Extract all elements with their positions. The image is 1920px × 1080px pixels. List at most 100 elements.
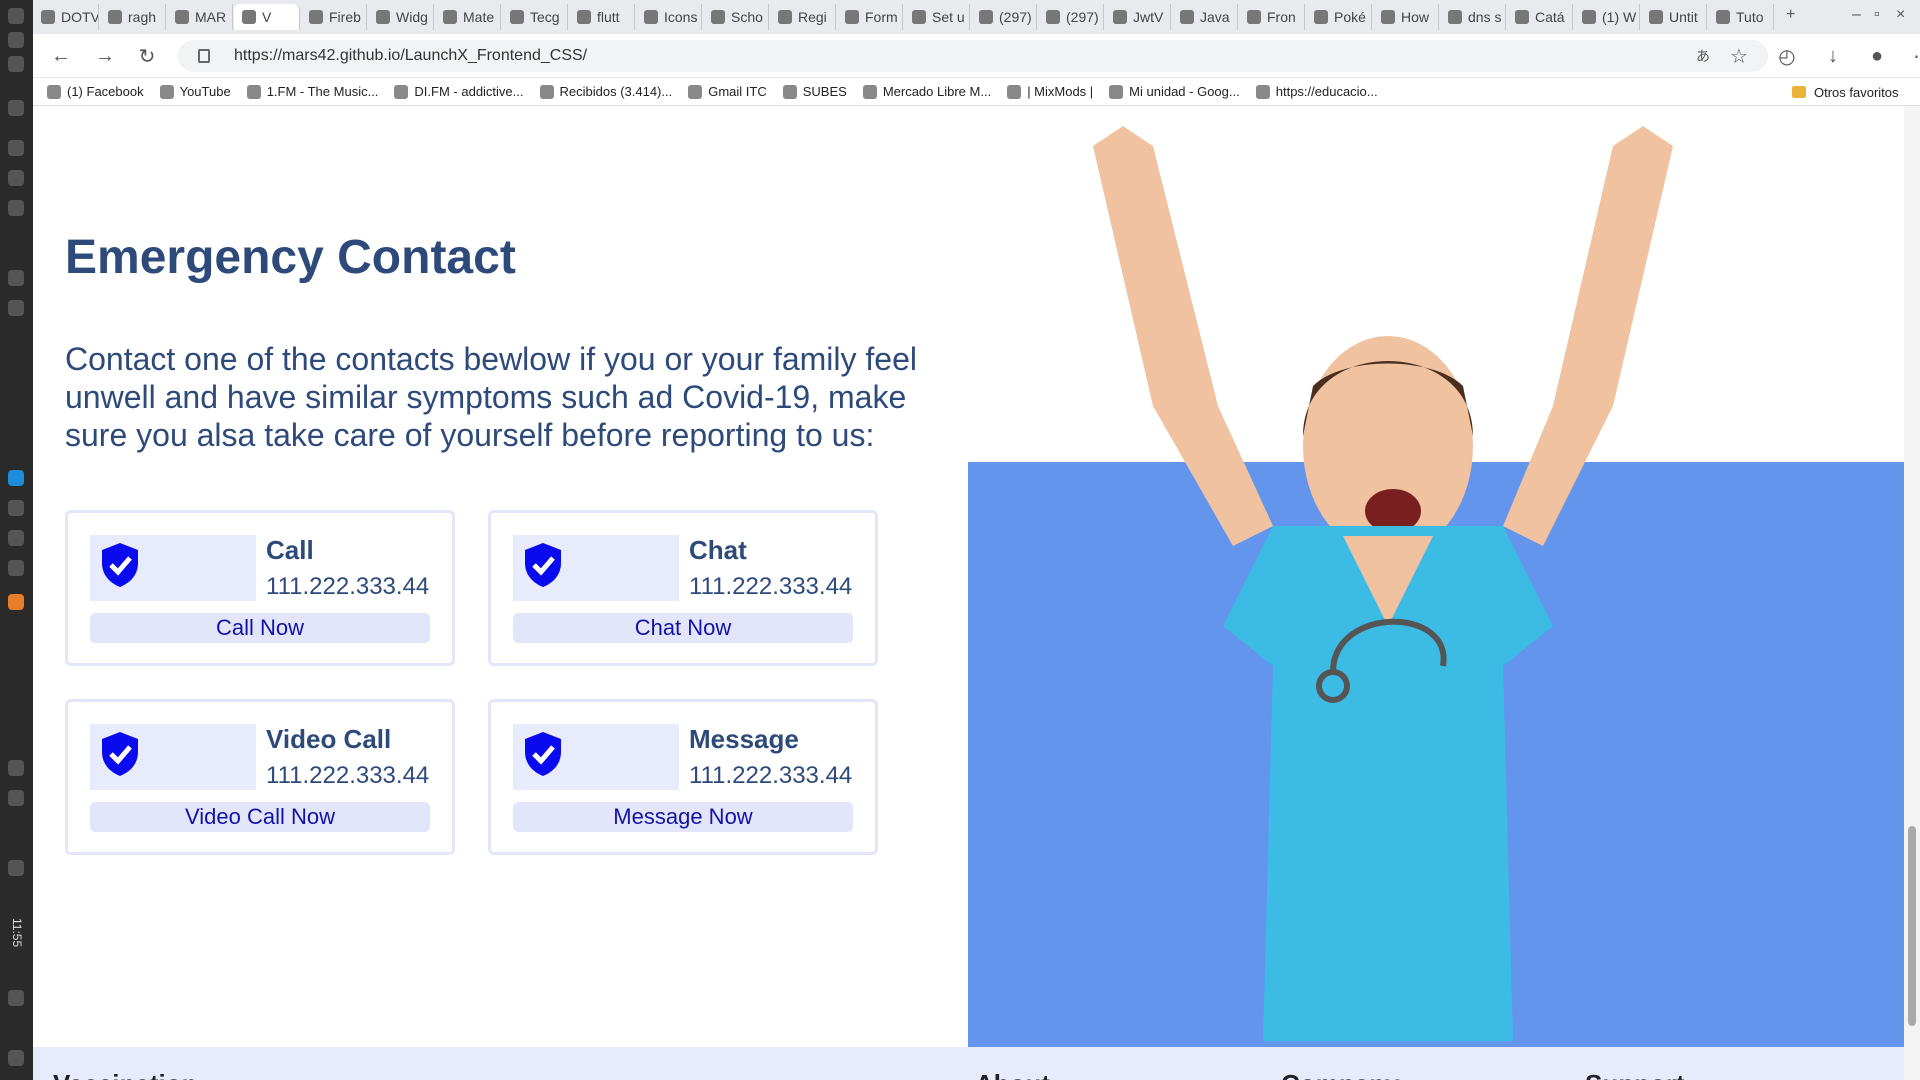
bookmark-item[interactable]: 1.FM - The Music... [246,84,379,99]
bookmark-favicon-icon [47,84,61,99]
back-arrow-icon[interactable]: ← [47,42,75,70]
dock-app-icon[interactable] [8,300,24,316]
dock-app-icon[interactable] [8,200,24,216]
card-icon-box [513,535,679,601]
bookmark-item[interactable]: Recibidos (3.414)... [539,84,672,99]
browser-tab[interactable]: Widg [368,4,434,30]
bookmark-favicon-icon [688,84,703,99]
reload-icon[interactable]: ↻ [133,42,161,70]
dock-app-icon[interactable] [8,594,24,610]
browser-tab[interactable]: Catá [1507,4,1573,30]
dock-app-icon[interactable] [8,100,24,116]
browser-tab[interactable]: Scho [703,4,769,30]
dock-app-icon[interactable] [8,140,24,156]
contact-card-video-call: Video Call 111.222.333.44 Video Call Now [65,699,455,855]
translate-icon[interactable]: あ [1689,42,1717,70]
close-window-icon[interactable]: × [1896,6,1905,24]
browser-tab[interactable]: Untit [1641,4,1707,30]
bookmark-item[interactable]: Mercado Libre M... [862,84,991,99]
tab-label: Java [1200,9,1230,25]
bell-icon[interactable] [8,790,24,806]
volume-icon[interactable] [8,860,24,876]
dock-app-icon[interactable] [8,270,24,286]
dock-app-icon[interactable] [8,8,24,24]
card-title: Message [689,724,799,754]
new-tab-plus-icon[interactable]: + [1786,6,1795,24]
history-icon[interactable]: ◴ [1773,42,1801,70]
tab-label: (297) [999,9,1032,25]
browser-tab[interactable]: Poké [1306,4,1372,30]
dock-app-icon[interactable] [8,500,24,516]
browser-tab[interactable]: (297) [971,4,1037,30]
bookmark-item[interactable]: YouTube [159,84,231,99]
page-scrollbar[interactable] [1904,106,1920,1080]
dock-app-icon[interactable] [8,990,24,1006]
bookmark-item[interactable]: DI.FM - addictive... [394,84,524,99]
bookmark-label: 1.FM - The Music... [266,84,379,99]
tab-favicon-icon [979,10,993,24]
browser-tab[interactable]: Fron [1239,4,1305,30]
more-menu-icon[interactable]: ⋯ [1909,42,1920,70]
browser-tab[interactable]: Form [837,4,903,30]
forward-arrow-icon[interactable]: → [91,42,119,70]
tab-label: Set u [932,9,965,25]
card-number: 111.222.333.44 [689,762,853,789]
maximize-icon[interactable]: ▫ [1874,6,1880,24]
scrollbar-thumb[interactable] [1908,826,1916,1026]
browser-tab[interactable]: Set u [904,4,970,30]
intro-text: Contact one of the contacts bewlow if yo… [65,341,917,453]
dock-app-icon[interactable] [8,760,24,776]
browser-tab[interactable]: Tuto [1708,4,1774,30]
browser-tab[interactable]: Icons [636,4,702,30]
browser-tab[interactable]: V [234,4,300,30]
dock-app-icon[interactable] [8,530,24,546]
dock-app-icon[interactable] [8,560,24,576]
download-icon[interactable]: ↓ [1819,42,1847,70]
bookmark-item[interactable]: (1) Facebook [47,84,144,99]
bookmark-favicon-icon [862,84,877,99]
browser-tab[interactable]: Java [1172,4,1238,30]
bookmark-item[interactable]: | MixMods | [1007,84,1093,99]
dock-browser-icon[interactable] [8,470,24,486]
browser-tab[interactable]: (1) W [1574,4,1640,30]
bookmark-item[interactable]: Gmail ITC [688,84,767,99]
footer-heading-company: Company [1281,1069,1399,1080]
shield-check-icon [525,732,561,776]
browser-tab[interactable]: MAR [167,4,233,30]
call-now-button[interactable]: Call Now [90,613,430,643]
message-now-button[interactable]: Message Now [513,802,853,832]
dock-app-icon[interactable] [8,1050,24,1066]
tab-label: Regi [798,9,827,25]
dock-app-icon[interactable] [8,170,24,186]
shield-check-icon [102,543,138,587]
address-bar[interactable]: https://mars42.github.io/LaunchX_Fronten… [178,40,1768,72]
footer-heading-support: Support [1585,1069,1685,1080]
dock-app-icon[interactable] [8,32,24,48]
browser-tab[interactable]: Tecg [502,4,568,30]
profile-avatar-icon[interactable]: ● [1863,42,1891,70]
browser-tab[interactable]: Mate [435,4,501,30]
dock-app-icon[interactable] [8,56,24,72]
browser-tab[interactable]: dns s [1440,4,1506,30]
browser-tab[interactable]: DOTV [33,4,99,30]
browser-tab[interactable]: ragh [100,4,166,30]
browser-tab[interactable]: How [1373,4,1439,30]
card-icon-box [90,724,256,790]
bookmark-label: DI.FM - addictive... [414,84,524,99]
video-call-now-button[interactable]: Video Call Now [90,802,430,832]
minimize-icon[interactable]: – [1852,6,1861,24]
browser-tab[interactable]: Regi [770,4,836,30]
footer: Vaccination About Company Support [33,1047,1904,1080]
bookmark-item[interactable]: Mi unidad - Goog... [1109,84,1240,99]
browser-tab[interactable]: (297) [1038,4,1104,30]
tab-favicon-icon [1649,10,1663,24]
chat-now-button[interactable]: Chat Now [513,613,853,643]
browser-tab[interactable]: flutt [569,4,635,30]
browser-tab[interactable]: Fireb [301,4,367,30]
favorite-star-icon[interactable]: ☆ [1725,42,1753,70]
bookmark-item[interactable]: https://educacio... [1255,84,1378,99]
other-bookmarks[interactable]: Otros favoritos [1792,78,1899,106]
tab-favicon-icon [41,10,55,24]
browser-tab[interactable]: JwtV [1105,4,1171,30]
bookmark-item[interactable]: SUBES [782,84,847,99]
